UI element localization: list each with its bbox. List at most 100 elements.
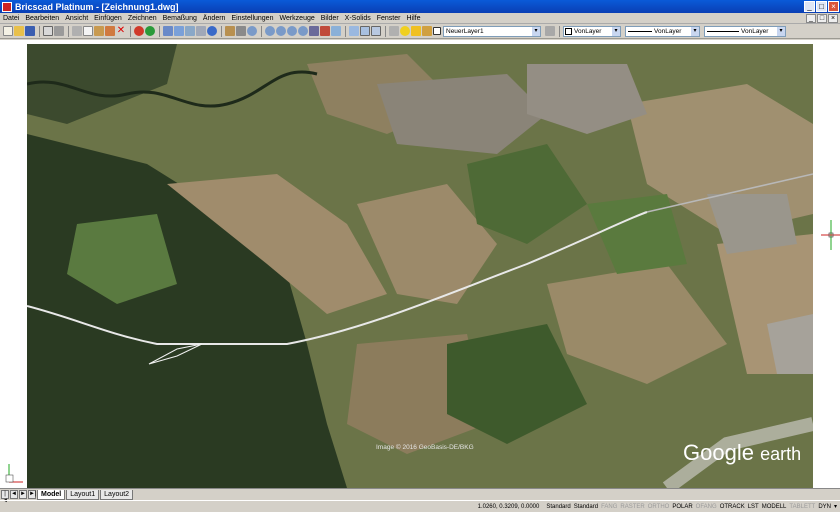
menu-einstellungen[interactable]: Einstellungen [231,15,273,22]
help-icon[interactable] [207,26,217,36]
zoom-window-icon[interactable] [287,26,297,36]
zoom-realtime-icon[interactable] [247,26,257,36]
google-earth-logo: Google earth [683,440,801,466]
open-folder-icon[interactable] [14,26,24,36]
toolbar-separator [385,25,386,37]
layer-on-lightbulb-icon[interactable] [400,26,410,36]
toggle-dyn[interactable]: DYN [818,504,831,510]
menu-bar: Datei Bearbeiten Ansicht Einfügen Zeichn… [0,13,840,24]
menu-zeichnen[interactable]: Zeichnen [128,15,157,22]
linetype-preview [628,30,652,32]
layer-lock-icon[interactable] [422,26,432,36]
zoom-out-icon[interactable] [276,26,286,36]
menu-hilfe[interactable]: Hilfe [406,15,420,22]
pan-icon[interactable] [236,26,246,36]
menu-x-solids[interactable]: X-Solids [345,15,371,22]
doc-maximize-button[interactable]: □ [817,14,827,23]
orbit-icon[interactable] [309,26,319,36]
toolbar-separator [559,25,560,37]
menu-werkzeuge[interactable]: Werkzeuge [279,15,314,22]
crosshair-icon [821,220,840,250]
tile-windows-icon[interactable] [371,26,381,36]
close-button[interactable]: × [828,1,839,12]
menu-bearbeiten[interactable]: Bearbeiten [25,15,59,22]
new-file-icon[interactable] [3,26,13,36]
tab-layout1[interactable]: Layout1 [66,489,100,500]
menu-einfuegen[interactable]: Einfügen [94,15,122,22]
zoom-extents-icon[interactable] [298,26,308,36]
status-menu-arrow[interactable]: ▾ [834,503,837,510]
toolbar-separator [130,25,131,37]
chevron-down-icon[interactable]: ▾ [612,26,620,36]
satellite-terrain [27,44,813,488]
lineweight-select[interactable]: VonLayer ▾ [704,25,786,37]
maximize-button[interactable]: □ [816,1,827,12]
toggle-lst[interactable]: LST [748,504,759,510]
chevron-down-icon[interactable]: ▾ [532,26,540,36]
save-icon[interactable] [25,26,35,36]
delete-icon[interactable]: ✕ [116,26,126,36]
toggle-polar[interactable]: POLAR [672,504,692,510]
copy-icon[interactable] [83,26,93,36]
toggle-modell[interactable]: MODELL [762,504,787,510]
layer-freeze-sun-icon[interactable] [411,26,421,36]
toggle-raster[interactable]: RASTER [620,504,644,510]
doc-minimize-button[interactable]: _ [806,14,816,23]
redo-icon[interactable] [145,26,155,36]
toolbar-separator [261,25,262,37]
menu-fenster[interactable]: Fenster [377,15,401,22]
layer-explorer-icon[interactable] [185,26,195,36]
undo-icon[interactable] [134,26,144,36]
logo-google-text: Google [683,440,754,465]
linetype-select[interactable]: VonLayer ▾ [625,25,700,37]
design-center-icon[interactable] [163,26,173,36]
match-properties-icon[interactable] [105,26,115,36]
bricscad-app-icon[interactable] [2,1,12,12]
tab-nav-prev-button[interactable]: ◄ [10,490,18,499]
minimize-button[interactable]: _ [804,1,815,12]
tab-nav-first-button[interactable]: |◄ [1,490,9,504]
text-style-status[interactable]: Standard [546,504,570,510]
imagery-attribution: Image © 2016 GeoBasis-DE/BKG [376,444,474,451]
color-select[interactable]: VonLayer ▾ [563,25,621,37]
distance-icon[interactable] [225,26,235,36]
cursor-crosshair [821,220,840,250]
dim-style-status[interactable]: Standard [574,504,598,510]
make-layer-current-icon[interactable] [545,26,555,36]
tab-model[interactable]: Model [37,489,66,500]
tab-nav-next-button[interactable]: ► [19,490,27,499]
zoom-in-icon[interactable] [265,26,275,36]
view-icon[interactable] [331,26,341,36]
properties-icon[interactable] [174,26,184,36]
ucs-axis-icon [5,464,23,483]
menu-bemassung[interactable]: Bemaßung [163,15,197,22]
menu-aendern[interactable]: Ändern [203,15,226,22]
toggle-ofang[interactable]: OFANG [696,504,717,510]
doc-close-button[interactable]: × [828,14,838,23]
layer-manager-icon[interactable] [389,26,399,36]
chevron-down-icon[interactable]: ▾ [691,26,699,36]
menu-ansicht[interactable]: Ansicht [65,15,88,22]
print-preview-icon[interactable] [43,26,53,36]
drawing-area[interactable]: Image © 2016 GeoBasis-DE/BKG Google eart… [0,40,840,488]
viewports-icon[interactable] [360,26,370,36]
print-icon[interactable] [54,26,64,36]
menu-bilder[interactable]: Bilder [321,15,339,22]
toggle-fang[interactable]: FANG [601,504,617,510]
window-controls: _ □ × [804,1,839,12]
chevron-down-icon[interactable]: ▾ [777,26,785,36]
render-icon[interactable] [320,26,330,36]
standard-toolbar: ✕ NeuerLayer1 ▾ VonLayer ▾ VonLayer ▾ Vo… [0,24,840,39]
paste-icon[interactable] [94,26,104,36]
cut-icon[interactable] [72,26,82,36]
drawing-explorer-icon[interactable] [196,26,206,36]
toggle-otrack[interactable]: OTRACK [720,504,745,510]
tab-layout2[interactable]: Layout2 [100,489,134,500]
layer-color-swatch[interactable] [433,27,441,35]
tab-nav-last-button[interactable]: ►| [28,490,37,499]
layer-select[interactable]: NeuerLayer1 ▾ [443,25,541,37]
named-views-icon[interactable] [349,26,359,36]
menu-datei[interactable]: Datei [3,15,19,22]
toggle-ortho[interactable]: ORTHO [648,504,670,510]
toggle-tablett[interactable]: TABLETT [789,504,815,510]
